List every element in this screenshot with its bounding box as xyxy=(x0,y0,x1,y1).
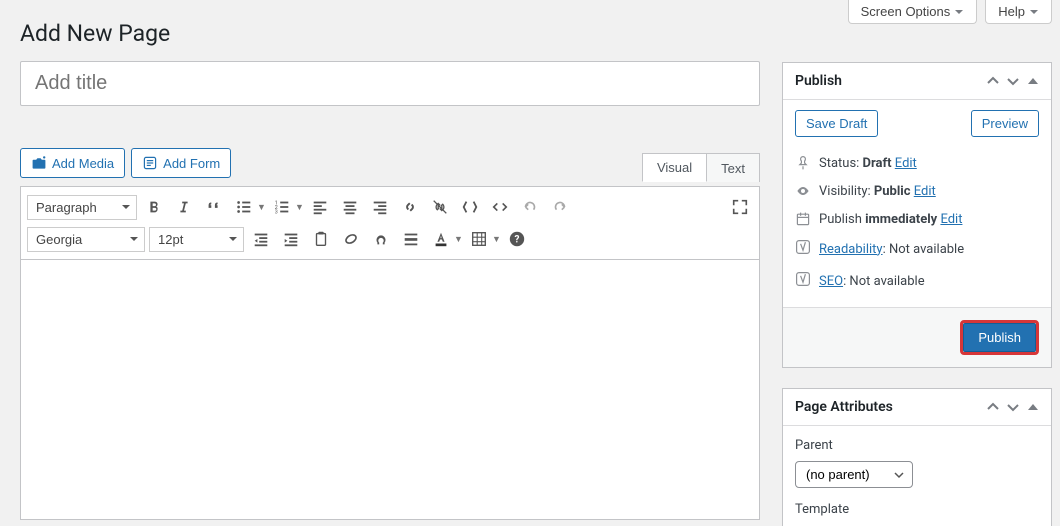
add-media-button[interactable]: Add Media xyxy=(20,148,125,178)
readability-status: : Not available xyxy=(883,242,965,257)
help-button[interactable]: Help xyxy=(985,0,1052,24)
caret-down-icon: ▼ xyxy=(492,226,500,252)
format-select[interactable]: Paragraph xyxy=(27,195,137,220)
move-down-icon[interactable] xyxy=(1007,75,1019,87)
tab-text[interactable]: Text xyxy=(707,153,760,182)
font-size-select[interactable]: 12pt xyxy=(149,227,244,252)
publish-date-value: immediately xyxy=(865,212,937,227)
svg-text:?: ? xyxy=(515,235,520,246)
seo-link[interactable]: SEO xyxy=(819,274,843,289)
publish-box: Publish Save Draft Preview Status: Draft… xyxy=(782,62,1052,368)
code-button[interactable] xyxy=(487,194,513,220)
caret-down-icon xyxy=(1029,7,1039,17)
calendar-icon xyxy=(795,211,811,227)
parent-label: Parent xyxy=(795,438,1039,453)
title-input[interactable] xyxy=(20,61,760,106)
readability-link[interactable]: Readability xyxy=(819,242,883,257)
outdent-button[interactable] xyxy=(248,226,274,252)
move-up-icon[interactable] xyxy=(987,401,999,413)
hr-button[interactable] xyxy=(398,226,424,252)
camera-icon xyxy=(31,155,47,171)
form-icon xyxy=(142,155,158,171)
caret-down-icon xyxy=(954,7,964,17)
caret-down-icon: ▼ xyxy=(454,226,462,252)
indent-button[interactable] xyxy=(278,226,304,252)
visibility-value: Public xyxy=(874,184,911,199)
number-list-button[interactable]: 123▼ xyxy=(269,194,303,220)
publish-date-edit-link[interactable]: Edit xyxy=(940,212,962,227)
parent-select[interactable]: (no parent) xyxy=(795,461,913,488)
save-draft-button[interactable]: Save Draft xyxy=(795,110,878,137)
move-up-icon[interactable] xyxy=(987,75,999,87)
tab-visual[interactable]: Visual xyxy=(642,153,707,182)
caret-down-icon: ▼ xyxy=(257,194,265,220)
visibility-label: Visibility: xyxy=(819,184,874,199)
publish-heading: Publish xyxy=(795,73,842,89)
screen-options-label: Screen Options xyxy=(861,4,951,19)
page-attributes-heading: Page Attributes xyxy=(795,399,893,415)
undo-button[interactable] xyxy=(517,194,543,220)
font-family-select[interactable]: Georgia xyxy=(27,227,145,252)
svg-text:3: 3 xyxy=(275,209,278,215)
help-icon-button[interactable]: ? xyxy=(504,226,530,252)
status-value: Draft xyxy=(863,156,892,171)
italic-button[interactable] xyxy=(171,194,197,220)
add-form-label: Add Form xyxy=(163,156,220,171)
eye-icon xyxy=(795,183,811,199)
shortcode-button[interactable] xyxy=(457,194,483,220)
clear-format-button[interactable] xyxy=(338,226,364,252)
move-down-icon[interactable] xyxy=(1007,401,1019,413)
yoast-icon xyxy=(795,271,811,287)
blockquote-button[interactable] xyxy=(201,194,227,220)
help-label: Help xyxy=(998,4,1025,19)
unlink-button[interactable] xyxy=(427,194,453,220)
redo-button[interactable] xyxy=(547,194,573,220)
pin-icon xyxy=(795,155,811,171)
align-left-button[interactable] xyxy=(307,194,333,220)
toggle-up-icon[interactable] xyxy=(1027,75,1039,87)
link-button[interactable] xyxy=(397,194,423,220)
screen-options-button[interactable]: Screen Options xyxy=(848,0,978,24)
visibility-edit-link[interactable]: Edit xyxy=(914,184,936,199)
special-char-button[interactable] xyxy=(368,226,394,252)
text-color-button[interactable]: ▼ xyxy=(428,226,462,252)
table-button[interactable]: ▼ xyxy=(466,226,500,252)
align-center-button[interactable] xyxy=(337,194,363,220)
template-label: Template xyxy=(795,502,1039,517)
bold-button[interactable] xyxy=(141,194,167,220)
publish-button-highlight: Publish xyxy=(960,320,1039,355)
toggle-up-icon[interactable] xyxy=(1027,401,1039,413)
align-right-button[interactable] xyxy=(367,194,393,220)
bullet-list-button[interactable]: ▼ xyxy=(231,194,265,220)
paste-button[interactable] xyxy=(308,226,334,252)
status-label: Status: xyxy=(819,156,863,171)
status-edit-link[interactable]: Edit xyxy=(895,156,917,171)
yoast-icon xyxy=(795,239,811,255)
page-title: Add New Page xyxy=(20,20,760,47)
editor-toolbar: Paragraph ▼ 123▼ xyxy=(20,186,760,260)
preview-button[interactable]: Preview xyxy=(971,110,1039,137)
caret-down-icon: ▼ xyxy=(295,194,303,220)
publish-button[interactable]: Publish xyxy=(963,323,1036,352)
fullscreen-button[interactable] xyxy=(727,194,753,220)
add-form-button[interactable]: Add Form xyxy=(131,148,231,178)
seo-status: : Not available xyxy=(843,274,925,289)
publish-date-label: Publish xyxy=(819,212,865,227)
add-media-label: Add Media xyxy=(52,156,114,171)
page-attributes-box: Page Attributes Parent (no parent) Templ… xyxy=(782,388,1052,526)
editor-content-area[interactable] xyxy=(20,260,760,520)
